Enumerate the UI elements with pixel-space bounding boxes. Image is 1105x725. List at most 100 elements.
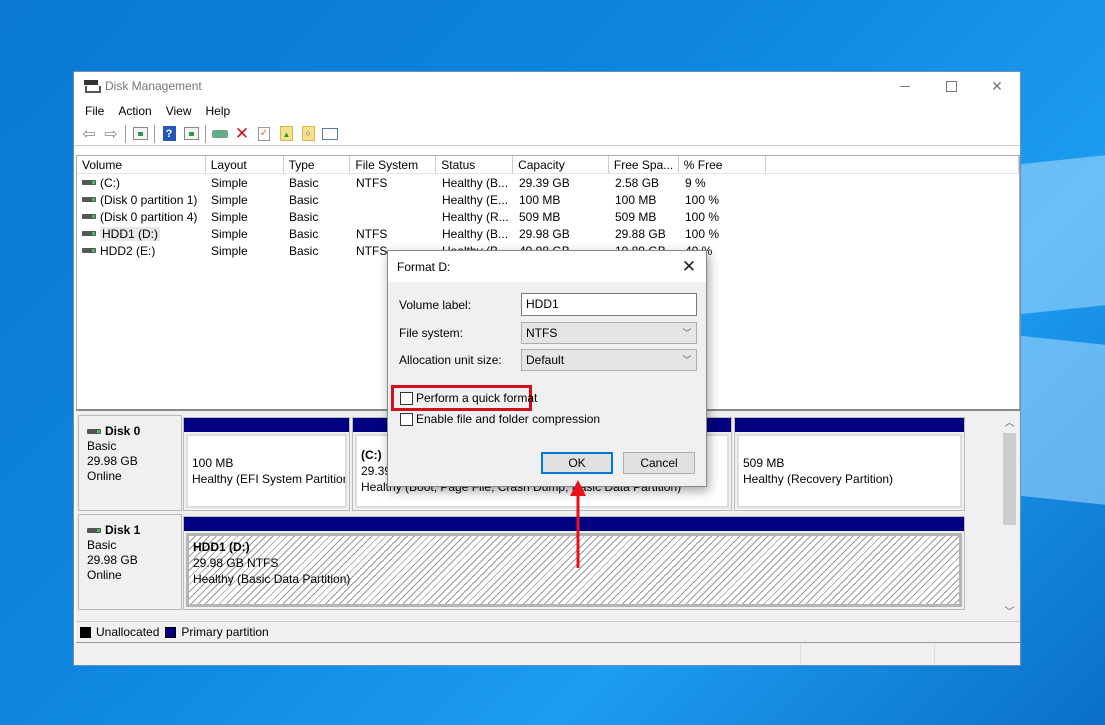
help-icon[interactable]: ? [158, 124, 180, 144]
percent-free-cell: 100 % [685, 226, 720, 241]
status-cell: Healthy (R... [442, 209, 509, 224]
disk-info-0[interactable]: Disk 0 Basic 29.98 GB Online [78, 415, 182, 511]
file-system-value: NTFS [526, 326, 558, 340]
table-row[interactable]: HDD1 (D:) Simple Basic NTFS Healthy (B..… [77, 225, 1019, 242]
column-header-capacity[interactable]: Capacity [513, 156, 609, 173]
file-system-row: File system: NTFS ﹀ [399, 322, 697, 344]
table-row[interactable]: (C:) Simple Basic NTFS Healthy (B... 29.… [77, 174, 1019, 191]
layout-cell: Simple [211, 226, 248, 241]
file-system-select[interactable]: NTFS ﹀ [521, 322, 697, 344]
cancel-button[interactable]: Cancel [623, 452, 695, 474]
disk-row-1: Disk 1 Basic 29.98 GB Online HDD1 (D:) 2… [78, 514, 1003, 610]
logo-pane [1015, 155, 1105, 315]
drive-icon [82, 180, 96, 185]
disk-management-app-icon [83, 80, 101, 93]
column-header-empty [766, 156, 1019, 173]
maximize-button[interactable] [928, 72, 974, 100]
volume-name: (Disk 0 partition 4) [100, 209, 198, 224]
menu-file[interactable]: File [78, 104, 111, 118]
drive-icon [82, 248, 96, 253]
column-header-status[interactable]: Status [436, 156, 514, 173]
back-icon[interactable]: ⇦ [78, 124, 100, 144]
capacity-cell: 29.98 GB [519, 226, 570, 241]
primary-partition-bar [184, 418, 349, 432]
scroll-down-icon[interactable]: ﹀ [1001, 604, 1018, 621]
column-header-volume[interactable]: Volume [77, 156, 206, 173]
quick-format-row: Perform a quick format [400, 391, 537, 405]
table-row[interactable]: (Disk 0 partition 4) Simple Basic Health… [77, 208, 1019, 225]
disk-name: Disk 0 [105, 424, 141, 438]
chevron-down-icon: ﹀ [682, 328, 692, 338]
partition-efi[interactable]: 100 MB Healthy (EFI System Partition) [183, 417, 350, 511]
volume-label-row: Volume label: HDD1 [399, 293, 697, 316]
column-header-layout[interactable]: Layout [206, 156, 284, 173]
column-header-type[interactable]: Type [284, 156, 351, 173]
arrow-head [570, 480, 586, 496]
quick-format-label[interactable]: Perform a quick format [416, 391, 537, 405]
scrollbar-thumb[interactable] [1003, 433, 1016, 525]
status-bar [74, 643, 1020, 665]
free-space-cell: 29.88 GB [615, 226, 666, 241]
menu-view[interactable]: View [159, 104, 199, 118]
open-folder-icon[interactable] [275, 124, 297, 144]
delete-icon[interactable]: ✕ [231, 124, 253, 144]
column-header-free-space[interactable]: Free Spa... [609, 156, 679, 173]
scroll-up-icon[interactable]: ︿ [1001, 415, 1018, 432]
close-button[interactable]: ✕ [974, 72, 1020, 100]
connect-drive-icon[interactable] [209, 124, 231, 144]
drive-icon [82, 231, 96, 236]
show-action-pane-icon[interactable] [180, 124, 202, 144]
free-space-cell: 2.58 GB [615, 175, 660, 190]
ok-button[interactable]: OK [541, 452, 613, 474]
window-controls: ✕ [882, 72, 1020, 100]
disk-type: Basic [87, 538, 117, 552]
menu-help[interactable]: Help [199, 104, 238, 118]
volume-name: HDD2 (E:) [100, 243, 156, 258]
type-cell: Basic [289, 209, 319, 224]
volume-cell: HDD1 (D:) [77, 226, 206, 241]
volume-cell: (C:) [77, 176, 206, 190]
vertical-scrollbar[interactable]: ︿ ﹀ [1001, 415, 1018, 621]
column-header-percent-free[interactable]: % Free [679, 156, 766, 173]
window-title: Disk Management [105, 79, 202, 93]
disk-info-1[interactable]: Disk 1 Basic 29.98 GB Online [78, 514, 182, 610]
logo-pane [1015, 335, 1105, 505]
title-bar: Disk Management ✕ [74, 72, 1020, 100]
type-cell: Basic [289, 243, 319, 258]
status-cell: Healthy (E... [442, 192, 509, 207]
minimize-button[interactable] [882, 72, 928, 100]
quick-format-checkbox[interactable] [400, 391, 413, 405]
allocation-unit-value: Default [526, 353, 565, 367]
layout-cell: Simple [211, 192, 248, 207]
table-row[interactable]: (Disk 0 partition 1) Simple Basic Health… [77, 191, 1019, 208]
percent-free-cell: 100 % [685, 209, 720, 224]
column-header-file-system[interactable]: File System [350, 156, 437, 173]
capacity-cell: 29.39 GB [519, 175, 570, 190]
menu-bar: File Action View Help [74, 100, 1020, 122]
allocation-unit-select[interactable]: Default ﹀ [521, 349, 697, 371]
dialog-title: Format D: [397, 259, 451, 274]
status-pane [801, 643, 935, 665]
legend-label-primary: Primary partition [181, 625, 269, 639]
partition-status: Healthy (Recovery Partition) [743, 472, 894, 486]
allocation-unit-row: Allocation unit size: Default ﹀ [399, 349, 697, 371]
volume-list-header: Volume Layout Type File System Status Ca… [77, 156, 1019, 174]
volume-label-input[interactable]: HDD1 [521, 293, 697, 316]
dialog-close-button[interactable]: ✕ [672, 257, 706, 277]
legend-swatch-primary [165, 626, 177, 638]
volume-cell: (Disk 0 partition 1) [77, 193, 206, 207]
forward-icon[interactable]: ⇨ [100, 124, 122, 144]
properties-icon[interactable]: ✓ [253, 124, 275, 144]
chevron-down-icon: ﹀ [682, 355, 692, 365]
menu-action[interactable]: Action [111, 104, 158, 118]
show-hide-console-tree-icon[interactable] [129, 124, 151, 144]
layout-cell: Simple [211, 175, 248, 190]
partition-size: 509 MB [743, 456, 785, 470]
explore-icon[interactable] [297, 124, 319, 144]
disk-status: Online [87, 469, 122, 483]
settings-list-icon[interactable] [319, 124, 341, 144]
compression-checkbox[interactable] [400, 412, 413, 426]
file-system-cell: NTFS [356, 226, 388, 241]
compression-label[interactable]: Enable file and folder compression [416, 412, 600, 426]
partition-recovery[interactable]: 509 MB Healthy (Recovery Partition) [734, 417, 965, 511]
